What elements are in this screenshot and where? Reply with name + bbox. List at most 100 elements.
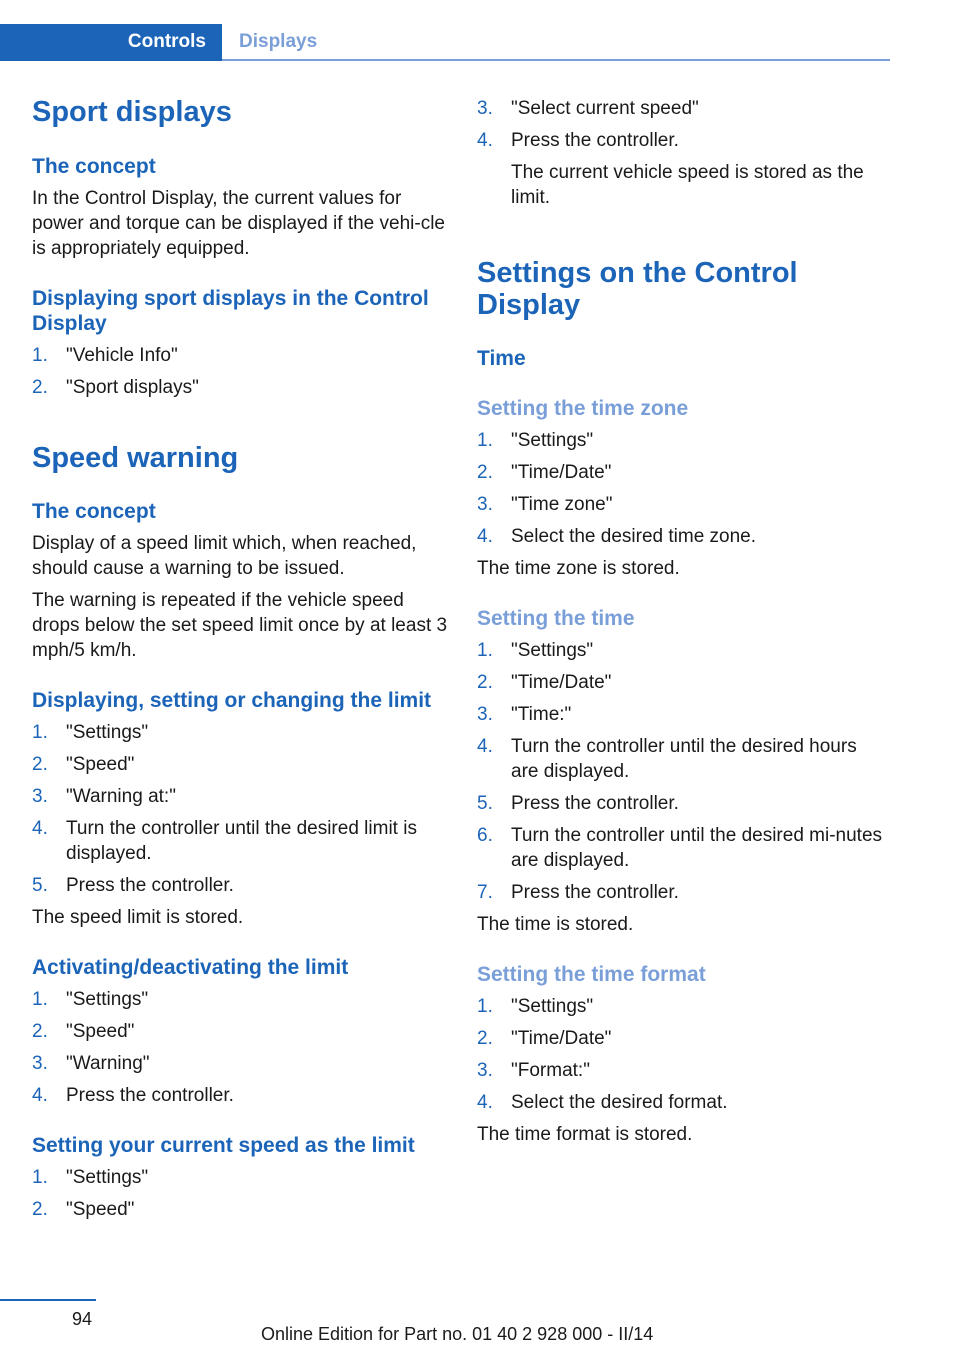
- step-number: 1.: [32, 345, 48, 366]
- list-item: 1. "Settings": [477, 994, 887, 1019]
- list-item: 2. "Speed": [32, 752, 452, 777]
- set-time-result: The time is stored.: [477, 914, 634, 935]
- edition-note: Online Edition for Part no. 01 40 2 928 …: [261, 1324, 654, 1344]
- step-number: 3.: [477, 98, 493, 119]
- step-number: 4.: [477, 736, 493, 757]
- list-item: 7. Press the controller.: [477, 880, 887, 905]
- step-text: "Settings": [66, 989, 149, 1010]
- step-number: 3.: [477, 1060, 493, 1081]
- step-text: "Sport displays": [66, 377, 199, 398]
- list-item: 5. Press the controller.: [32, 873, 452, 898]
- step-text: Press the controller.: [511, 793, 679, 814]
- list-item: 1. "Vehicle Info": [32, 343, 452, 368]
- step-number: 4.: [477, 130, 493, 151]
- step-text: Turn the controller until the desired ho…: [511, 736, 857, 782]
- settings-title: Settings on the Control Display: [477, 257, 798, 321]
- list-item: 4. Select the desired time zone.: [477, 524, 887, 549]
- section-tab-displays[interactable]: Displays: [222, 24, 890, 61]
- list-item: 3. "Time:": [477, 702, 887, 727]
- step-number: 4.: [477, 1092, 493, 1113]
- step-text: "Select current speed": [511, 98, 699, 119]
- step-text: "Settings": [511, 430, 594, 451]
- step-number: 5.: [477, 793, 493, 814]
- step-text: "Settings": [511, 640, 594, 661]
- set-limit-steps: 1. "Settings" 2. "Speed" 3. "Warning at:" 4. Tu…: [32, 720, 452, 898]
- sport-display-heading: Displaying sport displays in the Control…: [32, 287, 429, 335]
- step-text: "Warning at:": [66, 786, 176, 807]
- step-number: 2.: [477, 462, 493, 483]
- list-item: 2. "Time/Date": [477, 1026, 887, 1051]
- step-text: "Settings": [66, 722, 149, 743]
- step-number: 3.: [32, 786, 48, 807]
- speed-concept-text-2: The warning is repeated if the vehicle s…: [32, 590, 448, 661]
- step-text: "Time/Date": [511, 1028, 612, 1049]
- list-item: 4. Turn the controller until the desired …: [32, 816, 452, 866]
- step-text: Press the controller.: [511, 882, 679, 903]
- current-speed-heading: Setting your current speed as the limit: [32, 1134, 415, 1157]
- step-number: 1.: [32, 989, 48, 1010]
- time-format-heading: Setting the time format: [477, 963, 706, 986]
- sport-displays-title: Sport displays: [32, 96, 232, 128]
- list-item: 3. "Time zone": [477, 492, 887, 517]
- time-zone-steps: 1. "Settings" 2. "Time/Date" 3. "Time zone" 4.…: [477, 428, 887, 549]
- step-number: 2.: [32, 754, 48, 775]
- sport-display-steps: 1. "Vehicle Info" 2. "Sport displays": [32, 343, 452, 400]
- step-text: Turn the controller until the desired mi…: [511, 825, 883, 871]
- list-item: 2. "Sport displays": [32, 375, 452, 400]
- list-item: 1. "Settings": [32, 1165, 452, 1190]
- list-item: 6. Turn the controller until the desired …: [477, 823, 887, 873]
- step-result: The current vehicle speed is stored as t…: [511, 162, 864, 208]
- current-speed-steps-part1: 1. "Settings" 2. "Speed": [32, 1165, 452, 1222]
- step-number: 7.: [477, 882, 493, 903]
- list-item: 1. "Settings": [32, 720, 452, 745]
- footer-divider: [0, 1299, 96, 1301]
- sport-concept-heading: The concept: [32, 155, 156, 178]
- step-number: 1.: [477, 430, 493, 451]
- step-number: 1.: [477, 640, 493, 661]
- step-number: 2.: [32, 1199, 48, 1220]
- list-item: 1. "Settings": [32, 987, 452, 1012]
- speed-warning-title: Speed warning: [32, 442, 239, 474]
- step-number: 1.: [32, 722, 48, 743]
- sport-concept-text: In the Control Display, the current valu…: [32, 188, 445, 259]
- speed-concept-heading: The concept: [32, 500, 156, 523]
- set-time-steps: 1. "Settings" 2. "Time/Date" 3. "Time:" 4. Turn…: [477, 638, 887, 905]
- step-text: "Speed": [66, 1199, 135, 1220]
- step-number: 5.: [32, 875, 48, 896]
- step-text: Press the controller.: [511, 130, 679, 151]
- right-column: 3. "Select current speed" 4. Press the cont…: [477, 96, 887, 1147]
- step-number: 3.: [477, 494, 493, 515]
- list-item: 1. "Settings": [477, 428, 887, 453]
- activate-limit-heading: Activating/deactivating the limit: [32, 956, 349, 979]
- step-number: 6.: [477, 825, 493, 846]
- list-item: 2. "Speed": [32, 1197, 452, 1222]
- step-text: "Warning": [66, 1053, 150, 1074]
- step-number: 2.: [477, 672, 493, 693]
- step-text: "Vehicle Info": [66, 345, 178, 366]
- step-number: 4.: [477, 526, 493, 547]
- step-number: 2.: [32, 377, 48, 398]
- step-text: Select the desired time zone.: [511, 526, 757, 547]
- step-text: "Time/Date": [511, 462, 612, 483]
- step-text: Turn the controller until the desired li…: [66, 818, 417, 864]
- time-zone-heading: Setting the time zone: [477, 397, 689, 420]
- step-number: 4.: [32, 818, 48, 839]
- step-text: Press the controller.: [66, 875, 234, 896]
- set-limit-heading: Displaying, setting or changing the limi…: [32, 689, 432, 712]
- list-item: 2. "Time/Date": [477, 460, 887, 485]
- section-tab-controls[interactable]: Controls: [0, 24, 222, 61]
- step-number: 2.: [32, 1021, 48, 1042]
- list-item: 1. "Settings": [477, 638, 887, 663]
- list-item: 2. "Speed": [32, 1019, 452, 1044]
- step-text: "Time:": [511, 704, 572, 725]
- activate-limit-steps: 1. "Settings" 2. "Speed" 3. "Warning" 4. Press …: [32, 987, 452, 1108]
- list-item: 4. Turn the controller until the desired …: [477, 734, 887, 784]
- list-item: 4. Press the controller. The current vehic…: [477, 128, 887, 210]
- time-heading: Time: [477, 347, 526, 370]
- list-item: 3. "Select current speed": [477, 96, 887, 121]
- list-item: 3. "Format:": [477, 1058, 887, 1083]
- step-text: "Speed": [66, 1021, 135, 1042]
- step-text: Select the desired format.: [511, 1092, 728, 1113]
- current-speed-steps-part2: 3. "Select current speed" 4. Press the cont…: [477, 96, 887, 210]
- time-format-result: The time format is stored.: [477, 1124, 693, 1145]
